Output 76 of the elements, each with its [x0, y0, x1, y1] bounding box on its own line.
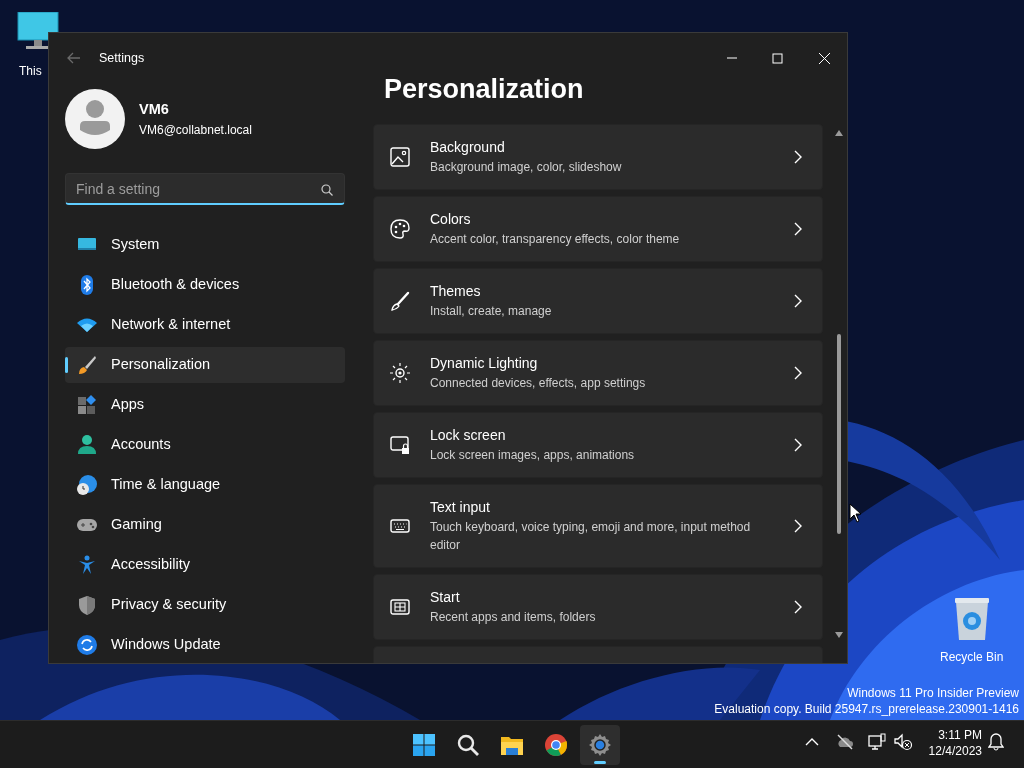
setting-card[interactable]: Colors Accent color, transparency effects, color theme [373, 195, 823, 262]
setting-description: Recent apps and items, folders [430, 609, 596, 626]
nav-item[interactable]: Privacy & security [65, 587, 345, 623]
start-icon [412, 733, 436, 757]
setting-description: Background image, color, slideshow [430, 159, 622, 176]
setting-title: Themes [430, 282, 481, 301]
icon-label: Recycle Bin [940, 649, 1004, 666]
start-menu-icon [390, 596, 410, 617]
setting-card[interactable]: Start Recent apps and items, folders [373, 573, 823, 640]
setting-description: Accent color, transparency effects, color theme [430, 231, 680, 248]
speaker-muted-icon[interactable] [894, 733, 912, 751]
paintbrush-icon [390, 290, 410, 311]
nav-item[interactable]: Time & language [65, 467, 345, 503]
setting-card[interactable]: Text input Touch keyboard, voice typing, emoji and more, input method editor [373, 483, 823, 568]
globe-clock-icon [77, 475, 97, 495]
user-email: VM6@collabnet.local [139, 121, 252, 139]
nav-item[interactable]: Network & internet [65, 307, 345, 343]
update-icon [77, 635, 97, 655]
chevron-right-icon [794, 437, 802, 452]
close-icon [818, 52, 830, 64]
setting-title: Lock screen [430, 426, 506, 445]
icon-label: This [19, 63, 42, 80]
browser-icon [544, 733, 568, 757]
back-arrow-icon[interactable] [67, 52, 81, 64]
cursor-icon [849, 503, 861, 523]
setting-description: Touch keyboard, voice typing, emoji and more, input method editor [430, 519, 752, 554]
chevron-right-icon [794, 293, 802, 308]
cloud-off-icon[interactable] [836, 733, 854, 751]
chevron-right-icon [794, 599, 802, 614]
search-icon [321, 184, 333, 196]
maximize-icon [772, 52, 784, 64]
setting-card[interactable]: Background Background image, color, slideshow [373, 123, 823, 190]
paintbrush-icon [77, 355, 97, 375]
setting-card[interactable]: Lock screen Lock screen images, apps, animations [373, 411, 823, 478]
window-title: Settings [99, 49, 146, 67]
chevron-right-icon [794, 221, 802, 236]
image-icon [390, 146, 410, 167]
setting-card[interactable]: Dynamic Lighting Connected devices, effects, app settings [373, 339, 823, 406]
chevron-right-icon [794, 365, 802, 380]
nav-item[interactable]: Gaming [65, 507, 345, 543]
setting-description: Connected devices, effects, app settings [430, 375, 646, 392]
setting-card[interactable]: Themes Install, create, manage [373, 267, 823, 334]
setting-description: Install, create, manage [430, 303, 552, 320]
nav-item[interactable]: Personalization [65, 347, 345, 383]
clock-time[interactable]: 3:11 PM [926, 727, 982, 743]
page-title: Personalization [383, 73, 585, 106]
lock-screen-icon [390, 434, 410, 455]
nav-item[interactable]: Apps [65, 387, 345, 423]
shield-icon [77, 595, 97, 615]
search-icon [456, 733, 480, 757]
apps-icon [77, 395, 97, 415]
palette-icon [390, 218, 410, 239]
chevron-right-icon [794, 149, 802, 164]
chevron-right-icon [794, 518, 802, 533]
setting-title: Text input [430, 498, 490, 517]
setting-title: Background [430, 138, 505, 157]
evaluation-text: Evaluation copy. Build 25947.rs_prerelease.230901-1416 [714, 701, 1019, 717]
setting-title: Colors [430, 210, 471, 229]
nav-item[interactable]: Accessibility [65, 547, 345, 583]
bell-icon[interactable] [988, 733, 1004, 751]
search-field[interactable]: Find a setting [65, 173, 345, 205]
clock-date[interactable]: 12/4/2023 [926, 743, 982, 759]
nav-item[interactable]: Bluetooth & devices [65, 267, 345, 303]
setting-title: Start [430, 588, 460, 607]
network-icon[interactable] [868, 733, 886, 751]
sun-icon [390, 362, 410, 383]
setting-description: Lock screen images, apps, animations [430, 447, 635, 464]
nav-item[interactable]: Accounts [65, 427, 345, 463]
gear-icon [588, 733, 612, 757]
user-name: VM6 [139, 100, 170, 120]
nav-item[interactable]: System [65, 227, 345, 263]
evaluation-text: Windows 11 Pro Insider Preview [846, 685, 1019, 701]
avatar[interactable] [65, 89, 125, 149]
accessibility-icon [77, 555, 97, 575]
setting-title: Dynamic Lighting [430, 354, 538, 373]
person-icon [77, 435, 97, 455]
